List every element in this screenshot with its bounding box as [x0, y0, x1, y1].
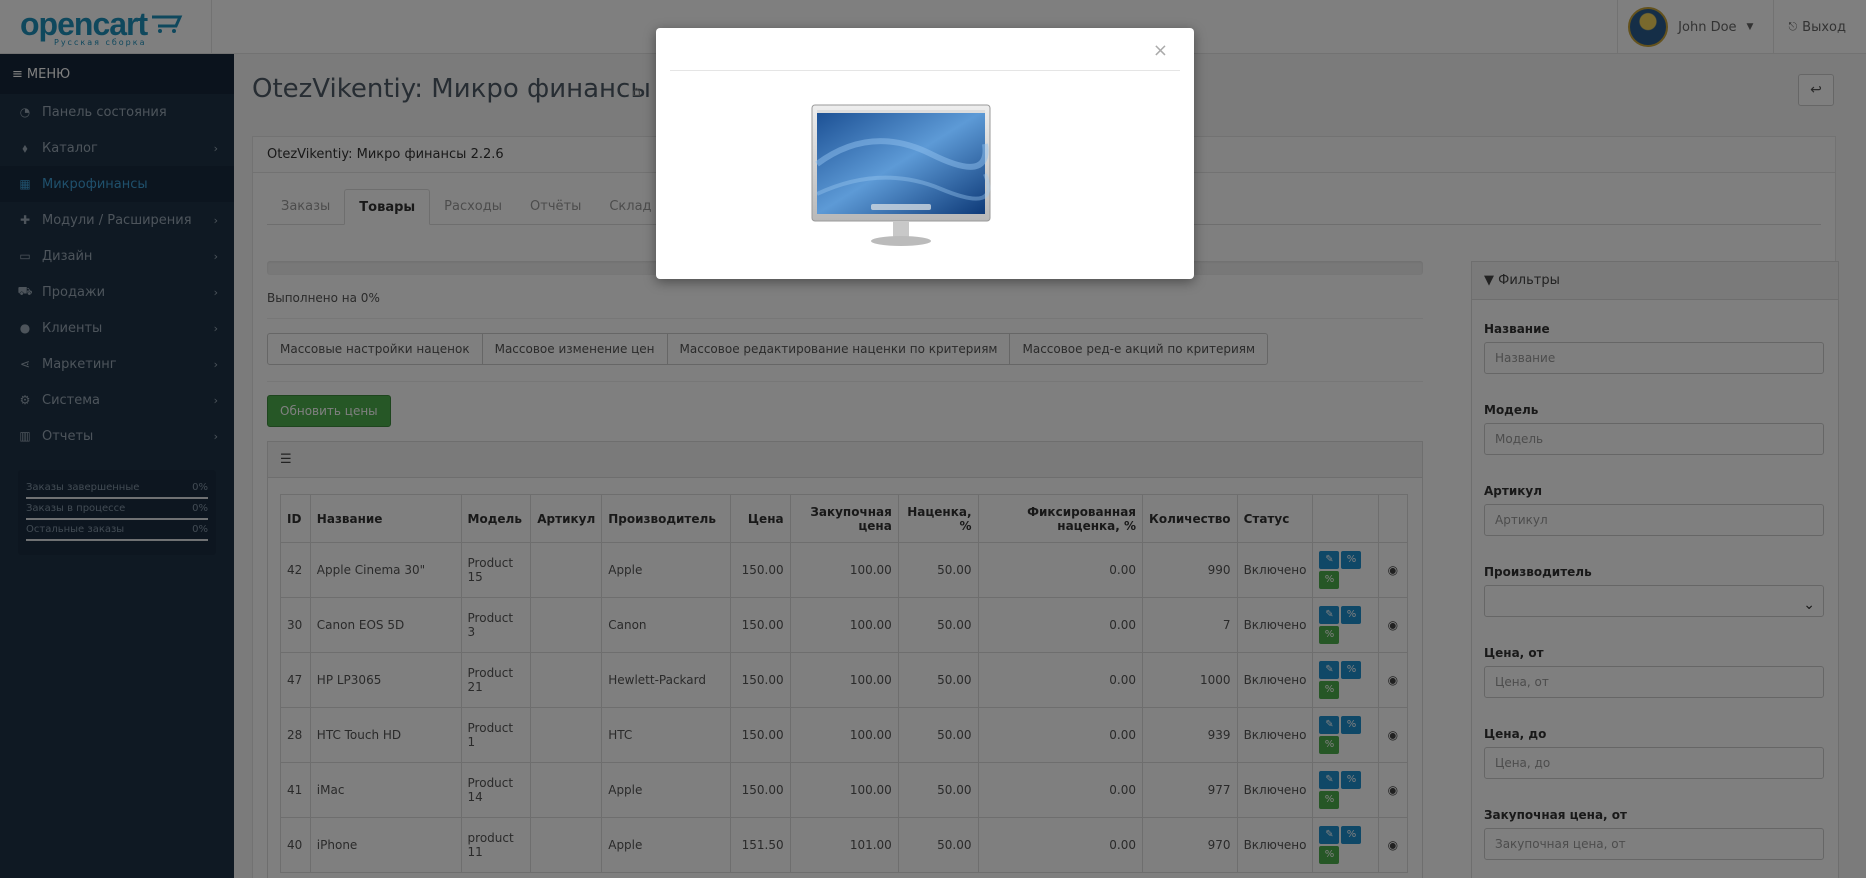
modal-divider — [670, 70, 1180, 71]
close-icon[interactable]: × — [1153, 40, 1168, 61]
image-modal: × — [656, 28, 1194, 279]
product-image-monitor — [811, 104, 991, 246]
